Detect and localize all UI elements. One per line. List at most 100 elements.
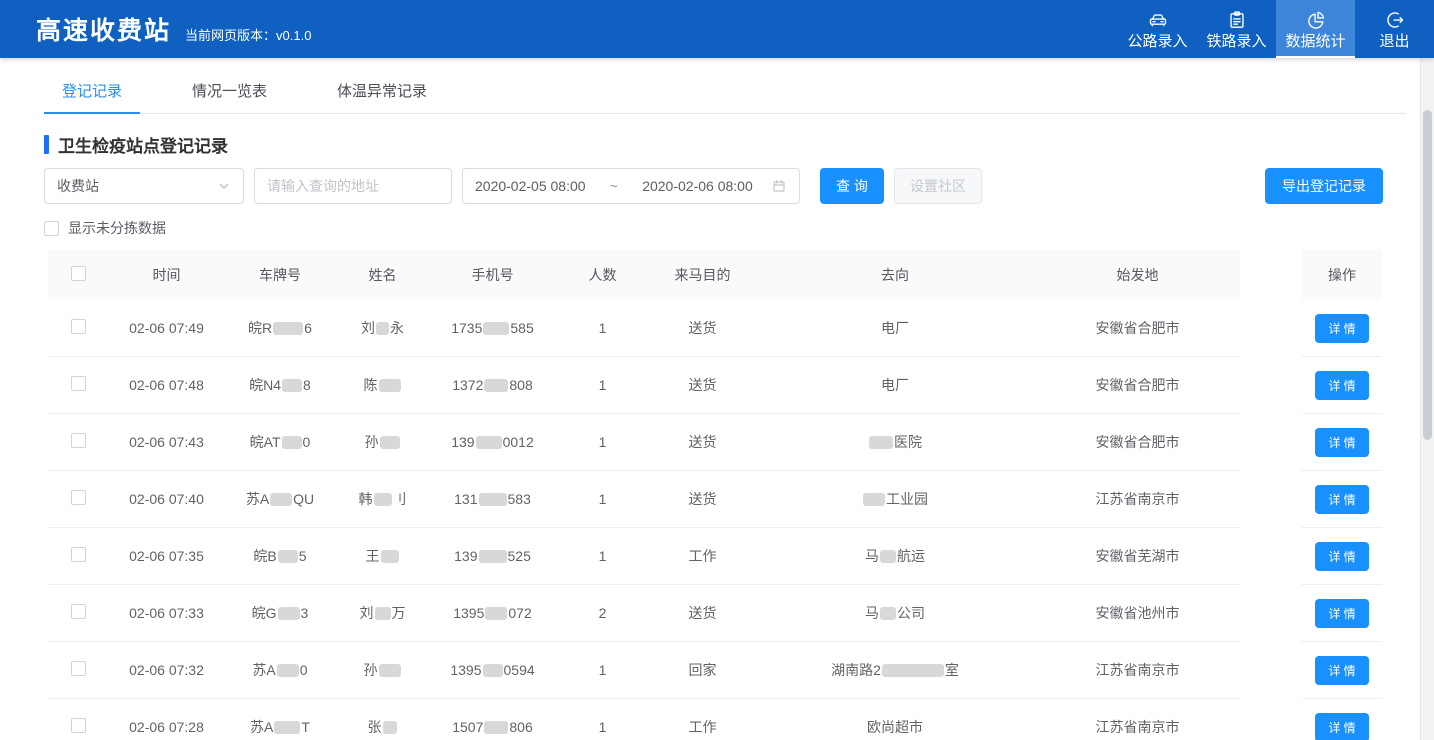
table-row-actions: 详 情 [1302,414,1382,471]
cell-people-count: 1 [555,662,650,678]
detail-button[interactable]: 详 情 [1315,371,1368,400]
export-records-button[interactable]: 导出登记记录 [1265,168,1383,204]
detail-button[interactable]: 详 情 [1315,428,1368,457]
table-row: 02-06 07:48皖N48陈13728081送货电厂安徽省合肥市 [48,357,1240,414]
redacted-text [479,493,507,506]
table-row: 02-06 07:35皖B5王1395251工作马航运安徽省芜湖市 [48,528,1240,585]
main-content: 登记记录 情况一览表 体温异常记录 卫生检疫站点登记记录 收费站 2020-02… [0,58,1434,740]
row-checkbox[interactable] [71,433,86,448]
cell-phone: 1395072 [430,605,555,621]
nav-item-data-statistics[interactable]: 数据统计 [1276,0,1355,58]
section-head: 卫生检疫站点登记记录 [44,132,1406,157]
table-row-actions: 详 情 [1302,471,1382,528]
cell-origin: 安徽省合肥市 [1035,375,1240,395]
show-unsorted-label: 显示未分拣数据 [68,218,166,238]
detail-button[interactable]: 详 情 [1315,656,1368,685]
cell-name: 孙 [335,432,430,452]
cell-destination: 欧尚超市 [755,717,1035,737]
cell-origin: 安徽省芜湖市 [1035,546,1240,566]
station-select-value: 收费站 [57,176,99,196]
registration-table: 时间 车牌号 姓名 手机号 人数 来马目的 去向 始发地 02-06 07:49… [48,250,1406,740]
app-header: 高速收费站 当前网页版本：v0.1.0 公路录入 [0,0,1434,58]
date-range-separator: ~ [610,178,618,194]
row-checkbox[interactable] [71,547,86,562]
table-row-actions: 详 情 [1302,300,1382,357]
page-scrollbar[interactable] [1420,58,1434,740]
date-from-value: 2020-02-05 08:00 [475,178,586,194]
redacted-text [375,607,391,620]
nav-item-highway-entry[interactable]: 公路录入 [1118,0,1197,58]
redacted-text [479,550,507,563]
cell-phone: 13950594 [430,662,555,678]
cell-name: 孙 [335,660,430,680]
tab-situation-overview[interactable]: 情况一览表 [174,80,285,113]
date-range-picker[interactable]: 2020-02-05 08:00 ~ 2020-02-06 08:00 [462,168,800,204]
row-checkbox[interactable] [71,490,86,505]
cell-purpose: 送货 [650,375,755,395]
table-header-row: 时间 车牌号 姓名 手机号 人数 来马目的 去向 始发地 [48,250,1240,300]
show-unsorted-row: 显示未分拣数据 [44,218,1406,238]
redacted-text [278,607,300,620]
scrollbar-thumb[interactable] [1423,110,1432,440]
app-version: 当前网页版本：v0.1.0 [185,25,311,44]
cell-phone: 139525 [430,548,555,564]
tab-label: 体温异常记录 [337,83,427,100]
calendar-icon [771,178,787,194]
nav-item-railway-entry[interactable]: 铁路录入 [1197,0,1276,58]
logout-icon [1384,9,1406,31]
table-main: 时间 车牌号 姓名 手机号 人数 来马目的 去向 始发地 02-06 07:49… [48,250,1240,740]
tab-registration-records[interactable]: 登记记录 [44,80,140,113]
detail-button[interactable]: 详 情 [1315,599,1368,628]
cell-purpose: 送货 [650,603,755,623]
car-icon [1147,9,1169,31]
detail-button[interactable]: 详 情 [1315,542,1368,571]
cell-destination: 电厂 [755,375,1035,395]
redacted-text [376,322,389,335]
tab-abnormal-temperature-records[interactable]: 体温异常记录 [319,80,445,113]
table-row-actions: 详 情 [1302,642,1382,699]
detail-button[interactable]: 详 情 [1315,485,1368,514]
table-row: 02-06 07:40苏AQU韩刂1315831送货工业园江苏省南京市 [48,471,1240,528]
show-unsorted-checkbox[interactable] [44,221,59,236]
redacted-text [381,550,399,563]
table-gap [1240,250,1302,740]
cell-plate: 皖R6 [225,318,335,338]
cell-people-count: 1 [555,320,650,336]
nav-item-logout[interactable]: 退出 [1355,0,1434,58]
table-row-actions: 详 情 [1302,699,1382,740]
cell-name: 陈 [335,375,430,395]
cell-purpose: 工作 [650,546,755,566]
col-header-destination: 去向 [755,265,1035,285]
select-all-checkbox[interactable] [71,266,86,281]
col-header-time: 时间 [108,265,225,285]
detail-button[interactable]: 详 情 [1315,713,1368,740]
tab-label: 登记记录 [62,83,122,100]
redacted-text [274,721,300,734]
row-checkbox[interactable] [71,604,86,619]
cell-phone: 131583 [430,491,555,507]
cell-people-count: 1 [555,719,650,735]
cell-people-count: 1 [555,434,650,450]
row-checkbox[interactable] [71,319,86,334]
cell-phone: 1390012 [430,434,555,450]
address-input[interactable] [254,168,452,204]
date-to-value: 2020-02-06 08:00 [642,178,753,194]
set-community-button[interactable]: 设置社区 [894,168,982,204]
detail-button[interactable]: 详 情 [1315,314,1368,343]
row-checkbox[interactable] [71,718,86,733]
cell-phone: 1735585 [430,320,555,336]
search-button[interactable]: 查 询 [820,168,884,204]
cell-destination: 马航运 [755,546,1035,566]
table-row: 02-06 07:49皖R6刘永17355851送货电厂安徽省合肥市 [48,300,1240,357]
col-header-actions: 操作 [1302,250,1382,300]
row-checkbox[interactable] [71,376,86,391]
cell-origin: 江苏省南京市 [1035,660,1240,680]
top-nav: 公路录入 铁路录入 数 [1118,0,1434,58]
nav-label: 公路录入 [1127,34,1187,49]
row-checkbox[interactable] [71,661,86,676]
table-row-actions: 详 情 [1302,528,1382,585]
cell-origin: 江苏省南京市 [1035,717,1240,737]
station-select[interactable]: 收费站 [44,168,244,204]
col-header-origin: 始发地 [1035,265,1240,285]
table-row: 02-06 07:32苏A0孙139505941回家湖南路2室江苏省南京市 [48,642,1240,699]
